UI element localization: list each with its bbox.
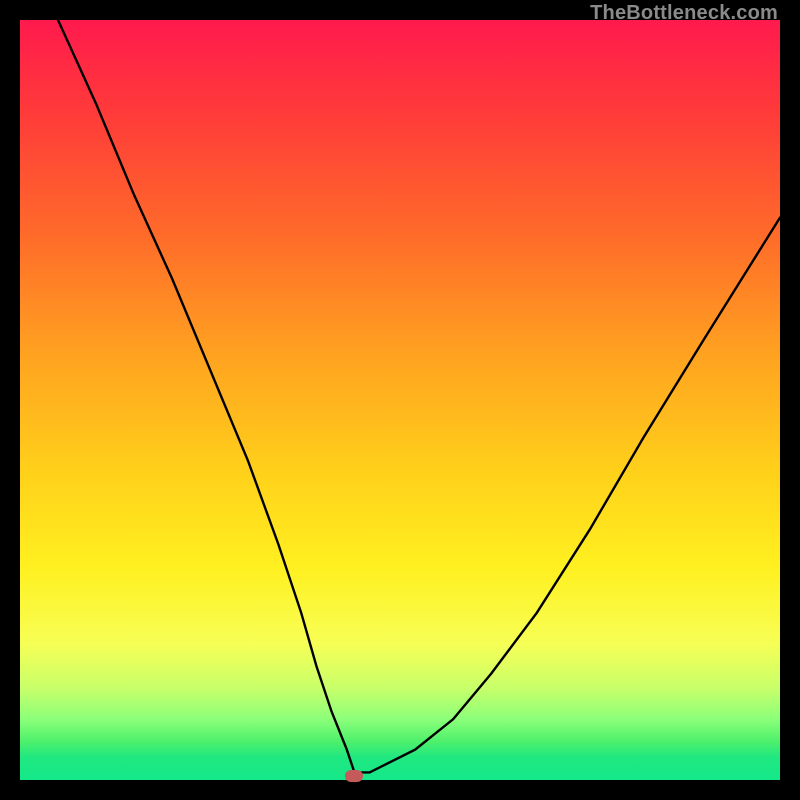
min-marker [345,770,363,782]
bottleneck-curve-path [58,20,780,772]
chart-frame: TheBottleneck.com [0,0,800,800]
plot-area [20,20,780,780]
watermark-text: TheBottleneck.com [590,2,778,25]
curve-svg [20,20,780,780]
